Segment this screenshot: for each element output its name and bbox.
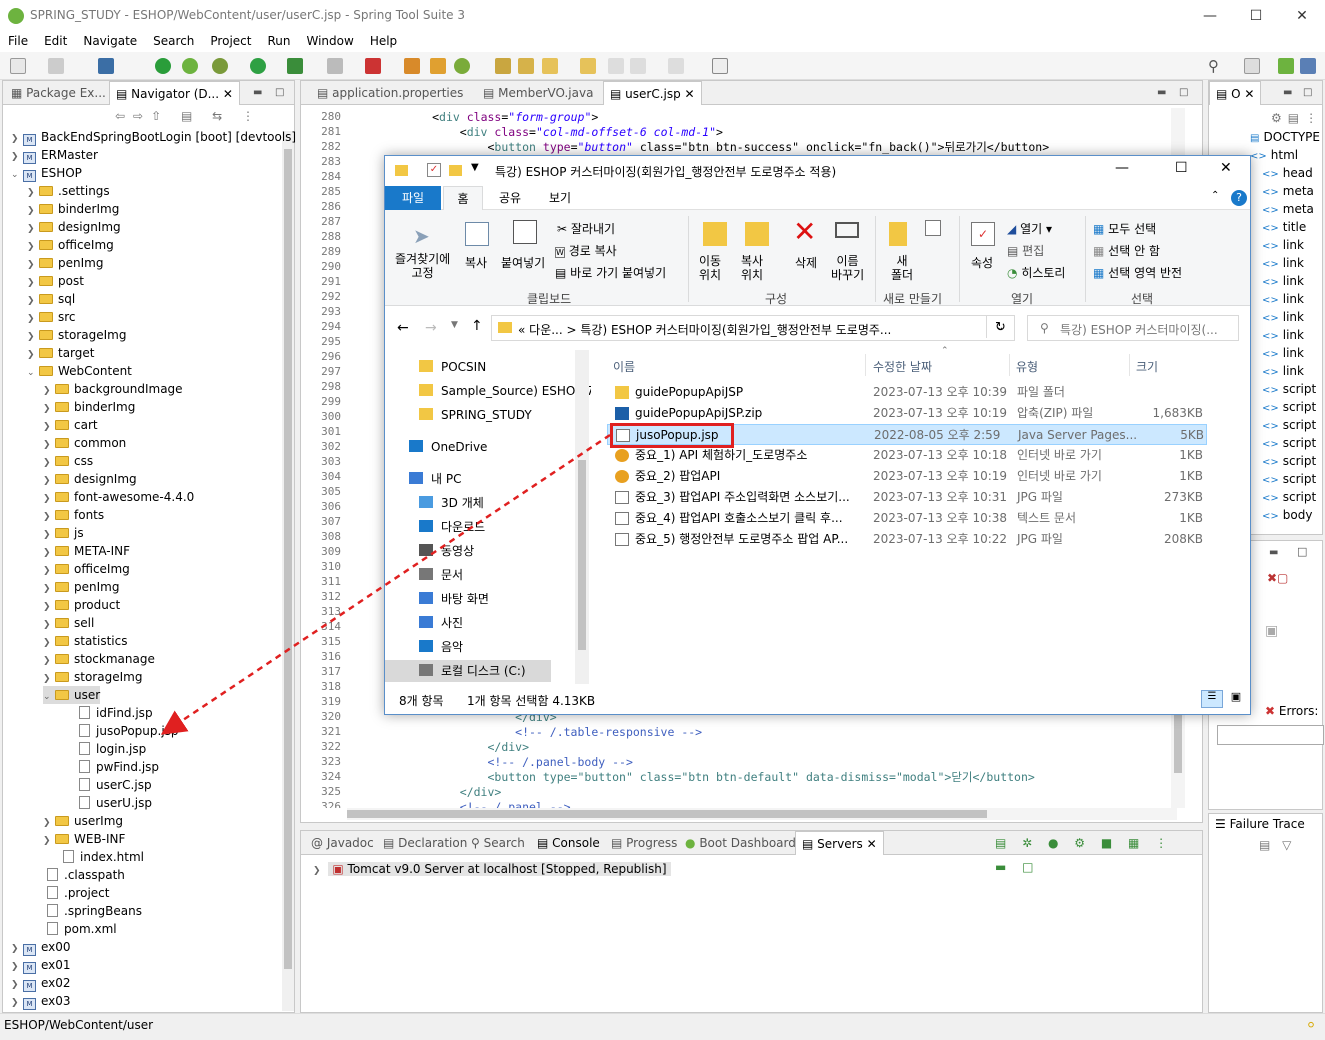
drag-arrow [160, 433, 611, 735]
arrow-line [160, 433, 611, 735]
